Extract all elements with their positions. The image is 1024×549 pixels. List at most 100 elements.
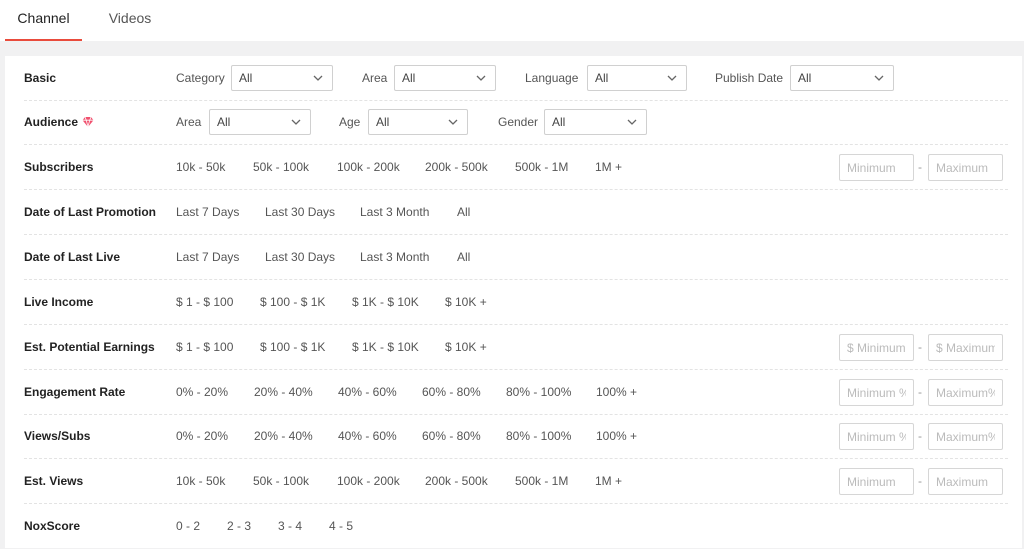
filter-option[interactable]: 200k - 500k [425,145,488,189]
maximum-input[interactable] [928,468,1003,495]
audience-area-label: Area [176,115,202,129]
filter-option[interactable]: 3 - 4 [278,504,302,548]
filter-row-potential-earnings: Est. Potential Earnings $ 1 - $ 100 $ 10… [24,325,1008,370]
select-value: All [798,71,812,85]
select-value: All [376,115,390,129]
age-select[interactable]: All [368,109,468,135]
row-label: Live Income [24,295,94,309]
filter-option[interactable]: Last 7 Days [176,190,239,234]
gender-label: Gender [498,115,539,129]
row-label: Views/Subs [24,429,91,443]
filter-option[interactable]: $ 100 - $ 1K [260,280,325,324]
filter-panel: Basic Category All Area All Language All… [5,56,1022,548]
row-label: Est. Potential Earnings [24,340,155,354]
select-value: All [402,71,416,85]
filter-row-last-live: Date of Last Live Last 7 Days Last 30 Da… [24,235,1008,280]
filter-option[interactable]: $ 10K + [445,325,487,369]
minimum-input[interactable] [839,154,914,181]
filter-option[interactable]: Last 3 Month [360,235,429,279]
row-label: Est. Views [24,474,84,488]
filter-option[interactable]: 0% - 20% [176,370,228,414]
filter-option[interactable]: 80% - 100% [506,370,571,414]
category-select[interactable]: All [231,65,333,91]
tab-videos[interactable]: Videos [98,0,162,41]
filter-option[interactable]: 1M + [595,459,622,503]
maximum-input[interactable] [928,379,1003,406]
filter-option[interactable]: 100% + [596,370,637,414]
publish-date-select[interactable]: All [790,65,894,91]
filter-option[interactable]: $ 100 - $ 1K [260,325,325,369]
filter-row-subscribers: Subscribers 10k - 50k 50k - 100k 100k - … [24,145,1008,190]
filter-option[interactable]: 20% - 40% [254,414,313,458]
filter-option[interactable]: Last 30 Days [265,235,335,279]
filter-option[interactable]: Last 7 Days [176,235,239,279]
range-separator: - [918,385,922,399]
audience-label: Audience [24,115,79,129]
row-label: Date of Last Promotion [24,205,157,219]
filter-option[interactable]: 60% - 80% [422,414,481,458]
filter-row-noxscore: NoxScore 0 - 2 2 - 3 3 - 4 4 - 5 [24,504,1008,549]
filter-option[interactable]: 0% - 20% [176,414,228,458]
filter-option[interactable]: 50k - 100k [253,145,309,189]
filter-option[interactable]: Last 30 Days [265,190,335,234]
select-value: All [552,115,566,129]
language-select[interactable]: All [587,65,687,91]
filter-option[interactable]: 50k - 100k [253,459,309,503]
chevron-down-icon [291,119,301,125]
filter-option[interactable]: 10k - 50k [176,459,225,503]
filter-row-engagement-rate: Engagement Rate 0% - 20% 20% - 40% 40% -… [24,370,1008,415]
minimum-input[interactable] [839,379,914,406]
filter-option[interactable]: 100k - 200k [337,145,400,189]
range-separator: - [918,160,922,174]
chevron-down-icon [313,75,323,81]
filter-option[interactable]: 10k - 50k [176,145,225,189]
filter-option[interactable]: 500k - 1M [515,459,568,503]
maximum-input[interactable] [928,334,1003,361]
maximum-input[interactable] [928,423,1003,450]
minimum-input[interactable] [839,334,914,361]
filter-option[interactable]: 500k - 1M [515,145,568,189]
filter-option[interactable]: 100k - 200k [337,459,400,503]
filter-option[interactable]: All [457,190,470,234]
filter-option[interactable]: 80% - 100% [506,414,571,458]
filter-option[interactable]: 60% - 80% [422,370,481,414]
range-separator: - [918,474,922,488]
filter-option[interactable]: Last 3 Month [360,190,429,234]
filter-option[interactable]: 100% + [596,414,637,458]
chevron-down-icon [667,75,677,81]
filter-option[interactable]: 40% - 60% [338,414,397,458]
chevron-down-icon [448,119,458,125]
filter-option[interactable]: $ 1K - $ 10K [352,325,419,369]
filter-option[interactable]: 4 - 5 [329,504,353,548]
select-value: All [217,115,231,129]
tab-channel[interactable]: Channel [5,0,82,41]
minimum-input[interactable] [839,423,914,450]
area-select[interactable]: All [394,65,496,91]
filter-option[interactable]: $ 1 - $ 100 [176,280,233,324]
filter-option[interactable]: 40% - 60% [338,370,397,414]
filter-option[interactable]: $ 1K - $ 10K [352,280,419,324]
filter-option[interactable]: $ 10K + [445,280,487,324]
filter-option[interactable]: 0 - 2 [176,504,200,548]
diamond-icon [82,116,94,128]
publish-date-label: Publish Date [715,71,784,85]
filter-option[interactable]: 20% - 40% [254,370,313,414]
filter-row-views-subs: Views/Subs 0% - 20% 20% - 40% 40% - 60% … [24,414,1008,459]
minimum-input[interactable] [839,468,914,495]
filter-option[interactable]: 1M + [595,145,622,189]
audience-area-select[interactable]: All [209,109,311,135]
select-value: All [239,71,253,85]
maximum-input[interactable] [928,154,1003,181]
row-label: Subscribers [24,160,94,174]
filter-option[interactable]: $ 1 - $ 100 [176,325,233,369]
filter-option[interactable]: All [457,235,470,279]
row-label: NoxScore [24,519,81,533]
filter-row-audience: Audience Area All Age All Gender All [24,100,1008,145]
gender-select[interactable]: All [544,109,647,135]
range-separator: - [918,340,922,354]
row-label: Basic [24,71,57,85]
filter-option[interactable]: 2 - 3 [227,504,251,548]
tab-bar: Channel Videos [0,0,1024,41]
age-label: Age [339,115,361,129]
filter-option[interactable]: 200k - 500k [425,459,488,503]
